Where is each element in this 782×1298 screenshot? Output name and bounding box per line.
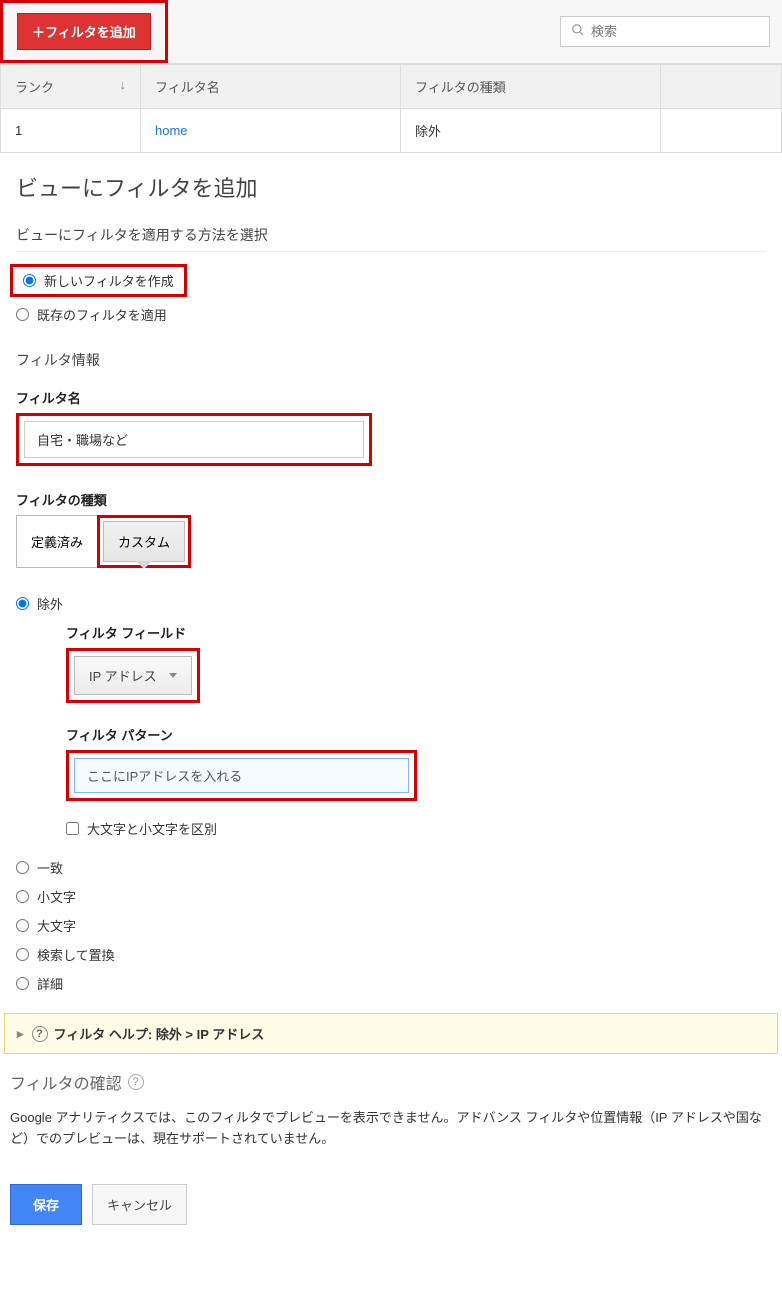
confirm-description: Google アナリティクスでは、このフィルタでプレビューを表示できません。アド…: [10, 1108, 766, 1150]
highlight-add-filter: ＋フィルタを追加: [0, 0, 168, 63]
help-icon: ?: [32, 1026, 48, 1042]
radio-lower-label: 小文字: [37, 887, 76, 906]
add-filter-button[interactable]: ＋フィルタを追加: [17, 13, 151, 50]
col-rank[interactable]: ランク ↓: [1, 65, 141, 109]
radio-apply-existing-row[interactable]: 既存のフィルタを適用: [16, 305, 766, 324]
save-button[interactable]: 保存: [10, 1184, 82, 1225]
search-box[interactable]: [560, 16, 770, 47]
sort-indicator-icon: ↓: [120, 77, 127, 92]
filter-name-link[interactable]: home: [155, 123, 188, 138]
radio-lower-row[interactable]: 小文字: [16, 887, 766, 906]
cell-type: 除外: [401, 109, 661, 153]
highlight-custom: カスタム: [97, 515, 191, 568]
search-icon: [571, 23, 585, 40]
footer-buttons: 保存 キャンセル: [0, 1180, 782, 1255]
confirm-title: フィルタの確認 ?: [10, 1070, 766, 1094]
radio-upper-row[interactable]: 大文字: [16, 916, 766, 935]
col-name[interactable]: フィルタ名: [141, 65, 401, 109]
checkbox-case-label: 大文字と小文字を区別: [87, 819, 217, 838]
radio-lower[interactable]: [16, 890, 29, 903]
highlight-create-new: 新しいフィルタを作成: [10, 264, 187, 297]
col-empty: [661, 65, 782, 109]
cell-name: home: [141, 109, 401, 153]
highlight-pattern: [66, 750, 417, 801]
confirm-block: フィルタの確認 ? Google アナリティクスでは、このフィルタでプレビューを…: [0, 1054, 782, 1180]
radio-upper[interactable]: [16, 919, 29, 932]
filter-type-label: フィルタの種類: [16, 490, 766, 509]
chevron-down-icon: [169, 673, 177, 678]
help-banner-text: フィルタ ヘルプ: 除外 > IP アドレス: [54, 1024, 265, 1043]
filter-field-value: IP アドレス: [89, 666, 157, 685]
highlight-filter-name: [16, 413, 372, 466]
filter-pattern-input[interactable]: [74, 758, 409, 793]
help-banner[interactable]: ▸ ? フィルタ ヘルプ: 除外 > IP アドレス: [4, 1013, 778, 1054]
search-input[interactable]: [591, 24, 759, 39]
filter-name-input[interactable]: [24, 421, 364, 458]
radio-advanced[interactable]: [16, 977, 29, 990]
cell-rank: 1: [1, 109, 141, 153]
radio-search-replace[interactable]: [16, 948, 29, 961]
seg-predefined-button[interactable]: 定義済み: [16, 515, 98, 568]
col-type[interactable]: フィルタの種類: [401, 65, 661, 109]
radio-include-row[interactable]: 一致: [16, 858, 766, 877]
radio-create-new[interactable]: [23, 274, 36, 287]
method-section-label: ビューにフィルタを適用する方法を選択: [16, 225, 766, 252]
toolbar: ＋フィルタを追加: [0, 0, 782, 64]
filter-name-label: フィルタ名: [16, 388, 766, 407]
cell-empty: [661, 109, 782, 153]
help-icon[interactable]: ?: [128, 1074, 144, 1090]
radio-apply-existing-label: 既存のフィルタを適用: [37, 305, 167, 324]
page-title: ビューにフィルタを追加: [16, 171, 766, 203]
filter-info-label: フィルタ情報: [16, 350, 766, 370]
filter-field-dropdown[interactable]: IP アドレス: [74, 656, 192, 695]
checkbox-case[interactable]: [66, 822, 79, 835]
cancel-button[interactable]: キャンセル: [92, 1184, 187, 1225]
radio-upper-label: 大文字: [37, 916, 76, 935]
radio-advanced-label: 詳細: [37, 974, 63, 993]
radio-search-replace-row[interactable]: 検索して置換: [16, 945, 766, 964]
highlight-field: IP アドレス: [66, 648, 200, 703]
radio-apply-existing[interactable]: [16, 308, 29, 321]
radio-exclude[interactable]: [16, 597, 29, 610]
radio-exclude-row[interactable]: 除外: [16, 594, 766, 613]
seg-custom-button[interactable]: カスタム: [103, 521, 185, 562]
radio-include-label: 一致: [37, 858, 63, 877]
table-header-row: ランク ↓ フィルタ名 フィルタの種類: [1, 65, 782, 109]
radio-advanced-row[interactable]: 詳細: [16, 974, 766, 993]
radio-create-new-label: 新しいフィルタを作成: [44, 271, 174, 290]
radio-search-replace-label: 検索して置換: [37, 945, 115, 964]
radio-include[interactable]: [16, 861, 29, 874]
table-row: 1 home 除外: [1, 109, 782, 153]
expand-icon: ▸: [17, 1026, 24, 1042]
page-body: ビューにフィルタを追加 ビューにフィルタを適用する方法を選択 新しいフィルタを作…: [0, 153, 782, 1013]
radio-exclude-label: 除外: [37, 594, 63, 613]
filter-pattern-label: フィルタ パターン: [66, 725, 766, 744]
filters-table: ランク ↓ フィルタ名 フィルタの種類 1 home 除外: [0, 64, 782, 153]
radio-create-new-row[interactable]: 新しいフィルタを作成: [23, 271, 174, 290]
filter-type-segment: 定義済み カスタム: [16, 515, 766, 568]
checkbox-case-row[interactable]: 大文字と小文字を区別: [66, 819, 766, 838]
filter-field-label: フィルタ フィールド: [66, 623, 766, 642]
